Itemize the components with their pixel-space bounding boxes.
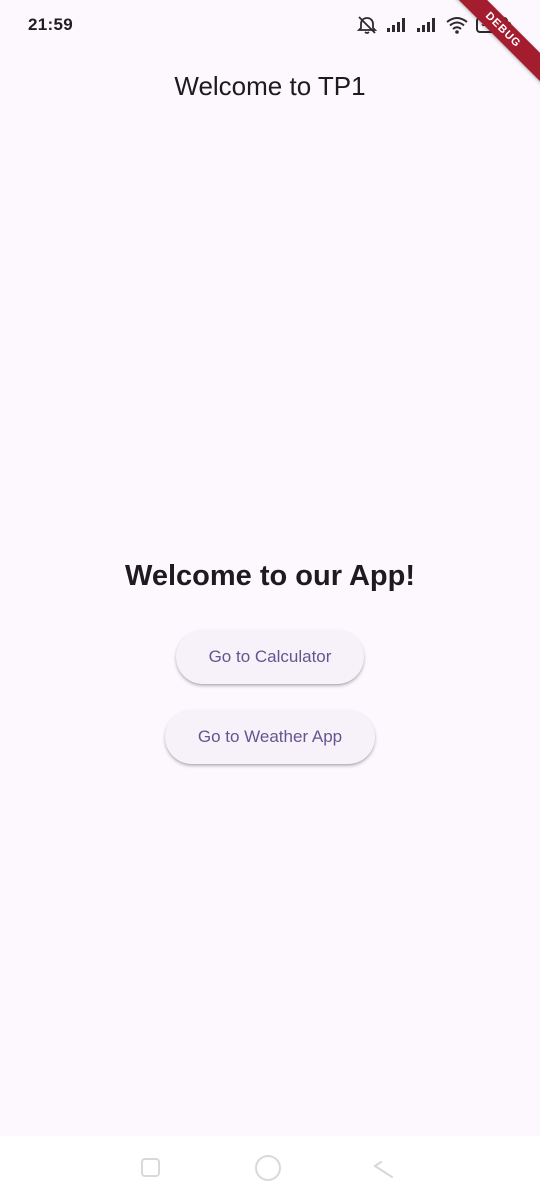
back-icon[interactable] (372, 1156, 396, 1185)
go-to-weather-app-button[interactable]: Go to Weather App (164, 710, 376, 764)
main-content: Welcome to our App! Go to Calculator Go … (0, 548, 540, 764)
system-nav-bar (0, 1136, 540, 1200)
app-bar-title: Welcome to TP1 (174, 70, 366, 101)
signal-icon (416, 17, 438, 33)
status-bar: 21:59 (0, 0, 540, 52)
home-icon[interactable] (255, 1155, 281, 1181)
welcome-heading: Welcome to our App! (125, 560, 415, 592)
mute-icon (356, 15, 378, 35)
app-bar: Welcome to TP1 (0, 52, 540, 120)
go-to-calculator-button[interactable]: Go to Calculator (175, 630, 365, 684)
recent-apps-icon[interactable] (141, 1158, 160, 1177)
wifi-icon (446, 16, 468, 34)
signal-icon (386, 17, 408, 33)
app-screen: 21:59 DEBUG Welcome to TP1 Welcome to ou… (0, 0, 540, 1200)
status-time: 21:59 (28, 15, 73, 34)
